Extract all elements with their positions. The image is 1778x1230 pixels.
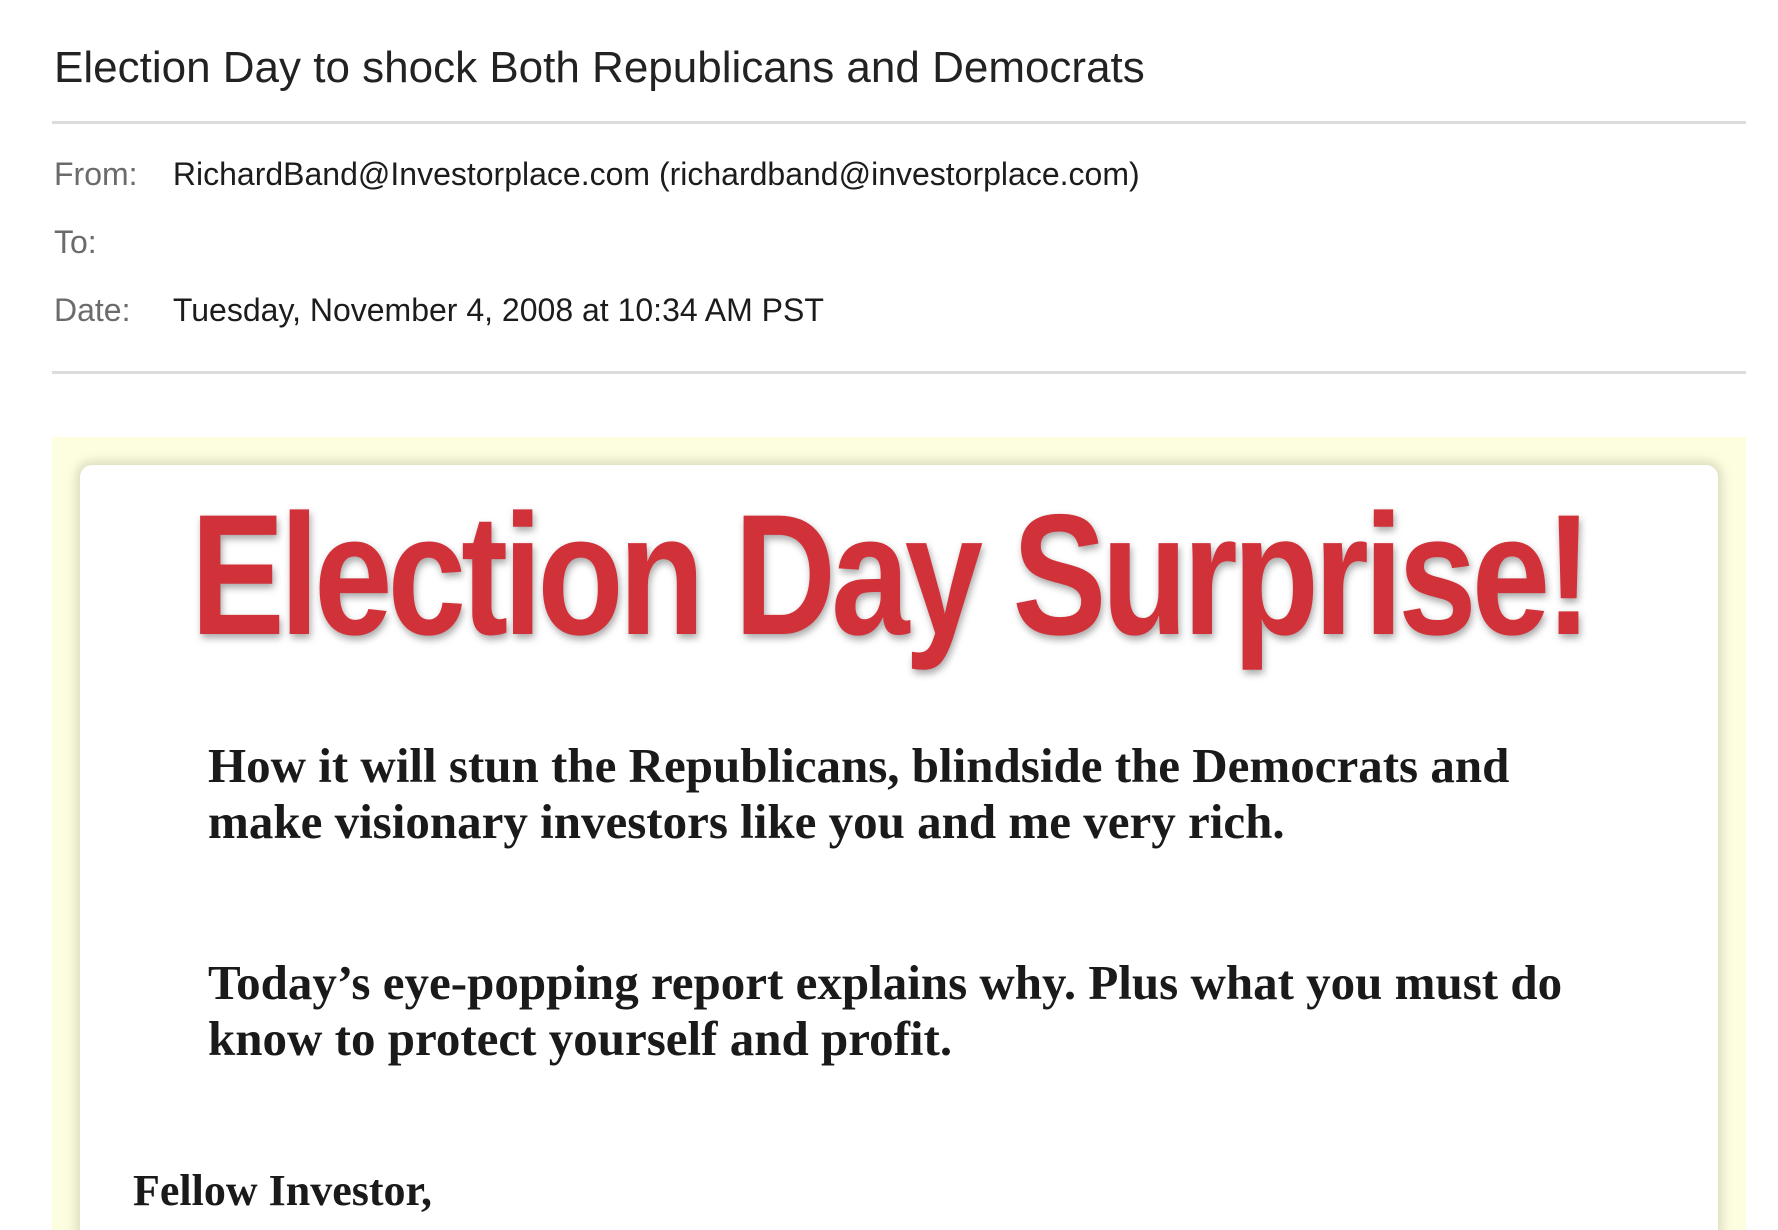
to-label: To: <box>54 224 97 260</box>
greeting: Fellow Investor, <box>133 1166 433 1215</box>
subhead-paragraph-1: How it will stun the Republicans, blinds… <box>208 738 1510 849</box>
date-value: Tuesday, November 4, 2008 at 10:34 AM PS… <box>172 292 824 328</box>
from-address[interactable]: RichardBand@Investorplace.com (richardba… <box>173 154 1140 194</box>
from-label: From: <box>54 156 138 192</box>
email-subject: Election Day to shock Both Republicans a… <box>54 43 1145 92</box>
header-divider-top <box>52 121 1746 124</box>
to-row: To: <box>54 222 106 262</box>
header-divider-bottom <box>52 371 1746 374</box>
date-row: Date: Tuesday, November 4, 2008 at 10:34… <box>54 290 824 330</box>
subhead-paragraph-2: Today’s eye-popping report explains why.… <box>208 955 1563 1066</box>
date-label: Date: <box>54 292 131 328</box>
headline-banner: Election Day Surprise! <box>190 479 1593 671</box>
from-row: From: RichardBand@Investorplace.com (ric… <box>54 154 1140 194</box>
